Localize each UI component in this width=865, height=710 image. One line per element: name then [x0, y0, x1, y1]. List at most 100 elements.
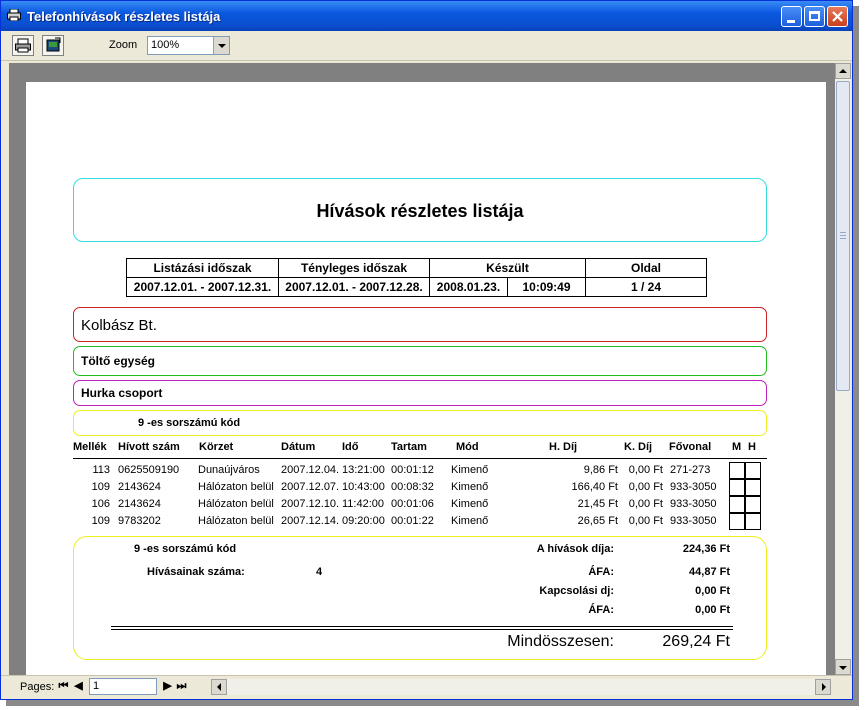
cell-hdij: 26,65 Ft — [577, 515, 618, 527]
fee-label: A hívások díja: — [536, 543, 614, 555]
zoom-select[interactable]: 100% — [147, 36, 230, 55]
cell-mellek: 109 — [91, 481, 110, 493]
connection-label: Kapcsolási dj: — [539, 585, 614, 597]
cell-ido: 09:20:00 — [342, 515, 385, 527]
page-number-value: 1 — [93, 680, 100, 692]
col-hivott-szam: Hívott szám — [118, 441, 180, 453]
scroll-right-button[interactable] — [815, 679, 831, 695]
checkbox-m — [729, 513, 745, 530]
cell-hdij: 21,45 Ft — [577, 498, 618, 510]
cell-szam: 0625509190 — [118, 464, 180, 476]
cell-mod: Kimenő — [451, 464, 489, 476]
header-page: Oldal — [585, 258, 707, 278]
col-h: H — [748, 441, 756, 453]
cell-korzet: Hálózaton belül — [198, 498, 274, 510]
maximize-button[interactable] — [804, 6, 825, 27]
cell-korzet: Hálózaton belül — [198, 481, 274, 493]
cell-datum: 2007.12.07. — [281, 481, 340, 493]
arrow-right-icon — [822, 683, 826, 691]
total-value: 269,24 Ft — [662, 633, 730, 650]
cell-szam: 2143624 — [118, 481, 161, 493]
cell-korzet: Hálózaton belül — [198, 515, 274, 527]
next-page-icon[interactable]: ▶ — [161, 679, 174, 694]
cell-fovonal: 933-3050 — [670, 481, 717, 493]
scroll-left-button[interactable] — [211, 679, 227, 695]
checkbox-m — [729, 496, 745, 513]
total-rule — [111, 626, 733, 627]
vertical-scrollbar[interactable] — [835, 63, 851, 675]
cell-mod: Kimenő — [451, 515, 489, 527]
checkbox-h — [745, 513, 761, 530]
close-button[interactable] — [827, 6, 848, 27]
printer-icon — [15, 38, 31, 53]
close-icon — [832, 11, 843, 22]
made-date-value: 2008.01.23. — [429, 277, 508, 297]
export-icon — [46, 37, 61, 52]
printer-icon — [7, 9, 21, 21]
code-label: 9 -es sorszámú kód — [138, 417, 241, 429]
report-preview-window: Telefonhívások részletes listája Zoom 10… — [0, 0, 853, 700]
report-page: Hívások részletes listája Listázási idős… — [26, 82, 826, 675]
arrow-down-icon — [839, 666, 847, 670]
col-fovonal: Fővonal — [669, 441, 712, 453]
scroll-down-button[interactable] — [835, 659, 851, 675]
cell-datum: 2007.12.10. — [281, 498, 340, 510]
cell-tartam: 00:01:12 — [391, 464, 434, 476]
window-title: Telefonhívások részletes listája — [27, 9, 221, 24]
preview-canvas: Hívások részletes listája Listázási idős… — [9, 63, 835, 675]
zoom-value: 100% — [151, 39, 180, 51]
arrow-up-icon — [839, 69, 847, 73]
header-actual-period: Tényleges időszak — [278, 258, 430, 278]
prev-page-icon[interactable]: ◀ — [72, 679, 85, 694]
cell-tartam: 00:01:06 — [391, 498, 434, 510]
cell-kdij: 0,00 Ft — [628, 515, 663, 527]
column-header-rule — [73, 458, 767, 459]
col-ido: Idő — [342, 441, 359, 453]
minimize-button[interactable] — [781, 6, 802, 27]
col-mellek: Mellék — [73, 441, 107, 453]
col-mod: Mód — [456, 441, 479, 453]
listing-period-value: 2007.12.01. - 2007.12.31. — [126, 277, 279, 297]
group-name: Hurka csoport — [81, 386, 163, 400]
actual-period-value: 2007.12.01. - 2007.12.28. — [278, 277, 430, 297]
chevron-down-icon[interactable] — [213, 37, 229, 54]
cell-datum: 2007.12.04. — [281, 464, 340, 476]
page-navigation-bar: Pages: ⏮ ◀ 1 ▶ ⏭ — [1, 675, 852, 698]
calls-count-value: 4 — [316, 566, 323, 578]
cell-hdij: 166,40 Ft — [571, 481, 618, 493]
summary-code-label: 9 -es sorszámú kód — [134, 543, 237, 555]
cell-szam: 2143624 — [118, 498, 161, 510]
cell-mod: Kimenő — [451, 498, 489, 510]
horizontal-scrollbar[interactable] — [211, 679, 831, 695]
header-listing-period: Listázási időszak — [126, 258, 279, 278]
header-made: Készült — [429, 258, 586, 278]
unit-box: Töltő egység — [73, 346, 767, 376]
first-page-icon[interactable]: ⏮ — [57, 679, 70, 694]
cell-mellek: 109 — [91, 515, 110, 527]
maximize-icon — [809, 11, 820, 21]
cell-tartam: 00:01:22 — [391, 515, 434, 527]
page-number-input[interactable]: 1 — [89, 678, 157, 695]
toolbar: Zoom 100% — [1, 31, 852, 61]
code-box: 9 -es sorszámú kód — [73, 410, 767, 436]
company-box: Kolbász Bt. — [73, 307, 767, 342]
last-page-icon[interactable]: ⏭ — [175, 679, 188, 694]
export-button[interactable] — [42, 35, 64, 56]
connection-value: 0,00 Ft — [695, 585, 730, 597]
checkbox-h — [745, 462, 761, 479]
scroll-thumb[interactable] — [836, 81, 850, 391]
total-rule-2 — [111, 629, 733, 630]
made-time-value: 10:09:49 — [507, 277, 586, 297]
unit-name: Töltő egység — [81, 354, 156, 368]
print-button[interactable] — [12, 35, 34, 56]
minimize-icon — [787, 20, 795, 23]
group-box: Hurka csoport — [73, 380, 767, 406]
cell-fovonal: 933-3050 — [670, 498, 717, 510]
scroll-up-button[interactable] — [835, 63, 851, 79]
cell-kdij: 0,00 Ft — [628, 481, 663, 493]
title-bar[interactable]: Telefonhívások részletes listája — [1, 1, 852, 31]
col-k-dij: K. Díj — [624, 441, 653, 453]
cell-ido: 13:21:00 — [342, 464, 385, 476]
cell-hdij: 9,86 Ft — [583, 464, 618, 476]
cell-ido: 10:43:00 — [342, 481, 385, 493]
